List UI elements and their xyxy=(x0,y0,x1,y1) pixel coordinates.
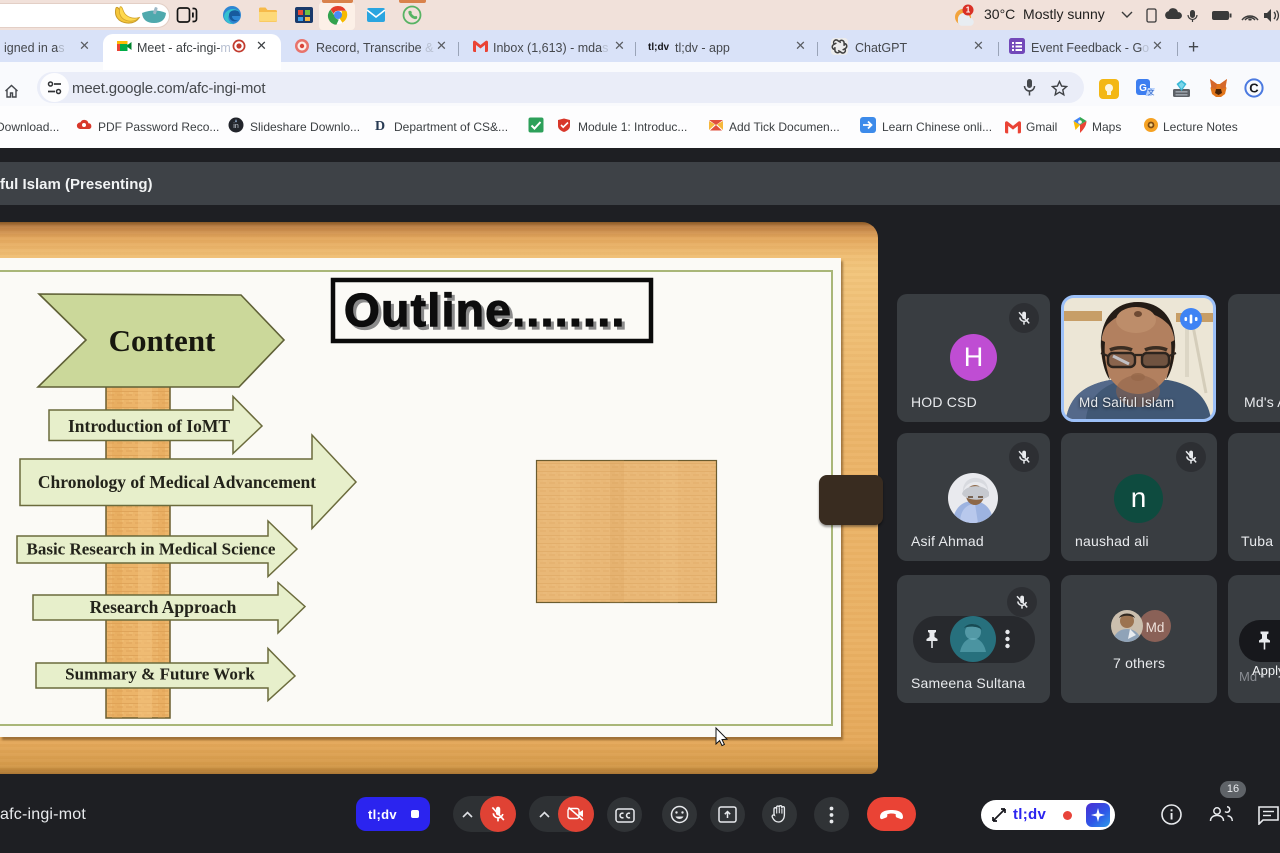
svg-text:Md: Md xyxy=(1146,620,1165,635)
svg-text:D: D xyxy=(375,119,385,133)
svg-text:Content: Content xyxy=(109,323,216,358)
svg-text:C: C xyxy=(1249,81,1259,96)
svg-text:文: 文 xyxy=(1148,88,1155,97)
svg-text:G: G xyxy=(1139,83,1147,94)
svg-text:Research Approach: Research Approach xyxy=(90,597,237,617)
svg-text:Chronology of Medical Advancem: Chronology of Medical Advancement xyxy=(38,472,316,492)
svg-text:1: 1 xyxy=(966,6,971,15)
svg-text:Summary & Future Work: Summary & Future Work xyxy=(65,665,255,684)
svg-text:Outline........: Outline........ xyxy=(344,284,626,336)
svg-text:in: in xyxy=(233,123,239,130)
svg-text:Introduction of IoMT: Introduction of IoMT xyxy=(68,416,230,436)
svg-text:Basic Research in Medical Scie: Basic Research in Medical Science xyxy=(27,540,276,559)
